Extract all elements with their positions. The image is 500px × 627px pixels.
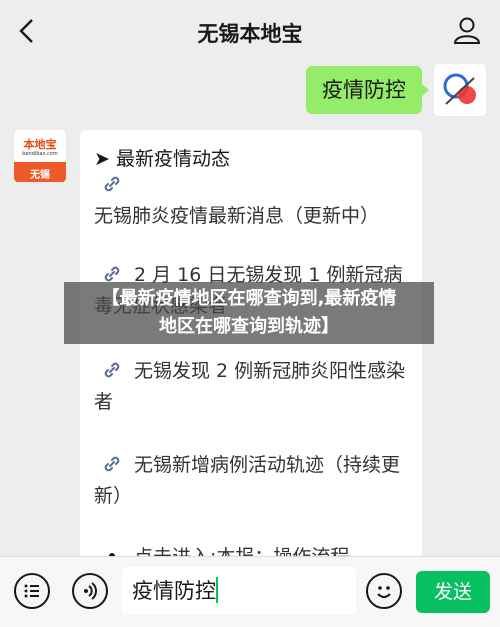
card-heading: ➤ 最新疫情动态 bbox=[94, 148, 230, 170]
banner-line-1: 【最新疫情地区在哪查询到,最新疫情 bbox=[101, 288, 397, 309]
message-input[interactable]: 疫情防控 bbox=[122, 567, 356, 615]
menu-list-button[interactable] bbox=[14, 573, 50, 609]
send-button[interactable]: 发送 bbox=[416, 571, 490, 613]
banner-line-2: 地区在哪查询到轨迹】 bbox=[159, 316, 339, 337]
user-avatar[interactable] bbox=[434, 64, 486, 116]
link-icon bbox=[104, 362, 120, 378]
incoming-message-card: ➤ 最新疫情动态 无锡肺炎疫情最新消息（更新中） 2 月 16 日无锡发现 1 … bbox=[80, 130, 422, 570]
avatar-brand-text: 本地宝 bbox=[23, 138, 57, 151]
avatar-domain-text: bendibao.com bbox=[22, 151, 58, 157]
input-bar: 疫情防控 发送 bbox=[0, 556, 500, 627]
person-profile-icon[interactable] bbox=[452, 15, 482, 45]
voice-icon bbox=[84, 582, 97, 600]
list-icon bbox=[24, 584, 39, 598]
news-link-4[interactable]: 无锡新增病例活动轨迹（持续更新） bbox=[94, 450, 414, 512]
news-link-text: 无锡发现 2 例新冠肺炎阳性感染者 bbox=[94, 360, 406, 413]
emoji-button[interactable] bbox=[366, 573, 402, 609]
link-icon bbox=[104, 176, 120, 192]
news-link-text: 无锡新增病例活动轨迹（持续更新） bbox=[94, 454, 401, 507]
emoji-icon bbox=[377, 586, 391, 598]
voice-button[interactable] bbox=[72, 573, 108, 609]
outgoing-message: 疫情防控 bbox=[306, 66, 429, 114]
avatar-city-text: 无锡 bbox=[30, 170, 50, 181]
link-icon bbox=[104, 456, 120, 472]
chat-header: 无锡本地宝 bbox=[0, 0, 500, 62]
news-link-1[interactable]: 无锡肺炎疫情最新消息（更新中） bbox=[94, 170, 414, 232]
news-link-3[interactable]: 无锡发现 2 例新冠肺炎阳性感染者 bbox=[94, 356, 414, 418]
user-avatar-image-icon bbox=[434, 64, 486, 116]
news-link-text: 无锡肺炎疫情最新消息（更新中） bbox=[94, 205, 380, 227]
chat-title: 无锡本地宝 bbox=[197, 22, 303, 46]
message-input-text: 疫情防控 bbox=[132, 579, 216, 603]
text-caret bbox=[216, 577, 218, 603]
bot-avatar[interactable]: 本地宝 bendibao.com 无锡 bbox=[14, 130, 66, 182]
overlay-banner: 【最新疫情地区在哪查询到,最新疫情 地区在哪查询到轨迹】 bbox=[64, 282, 434, 344]
link-icon bbox=[104, 266, 120, 282]
